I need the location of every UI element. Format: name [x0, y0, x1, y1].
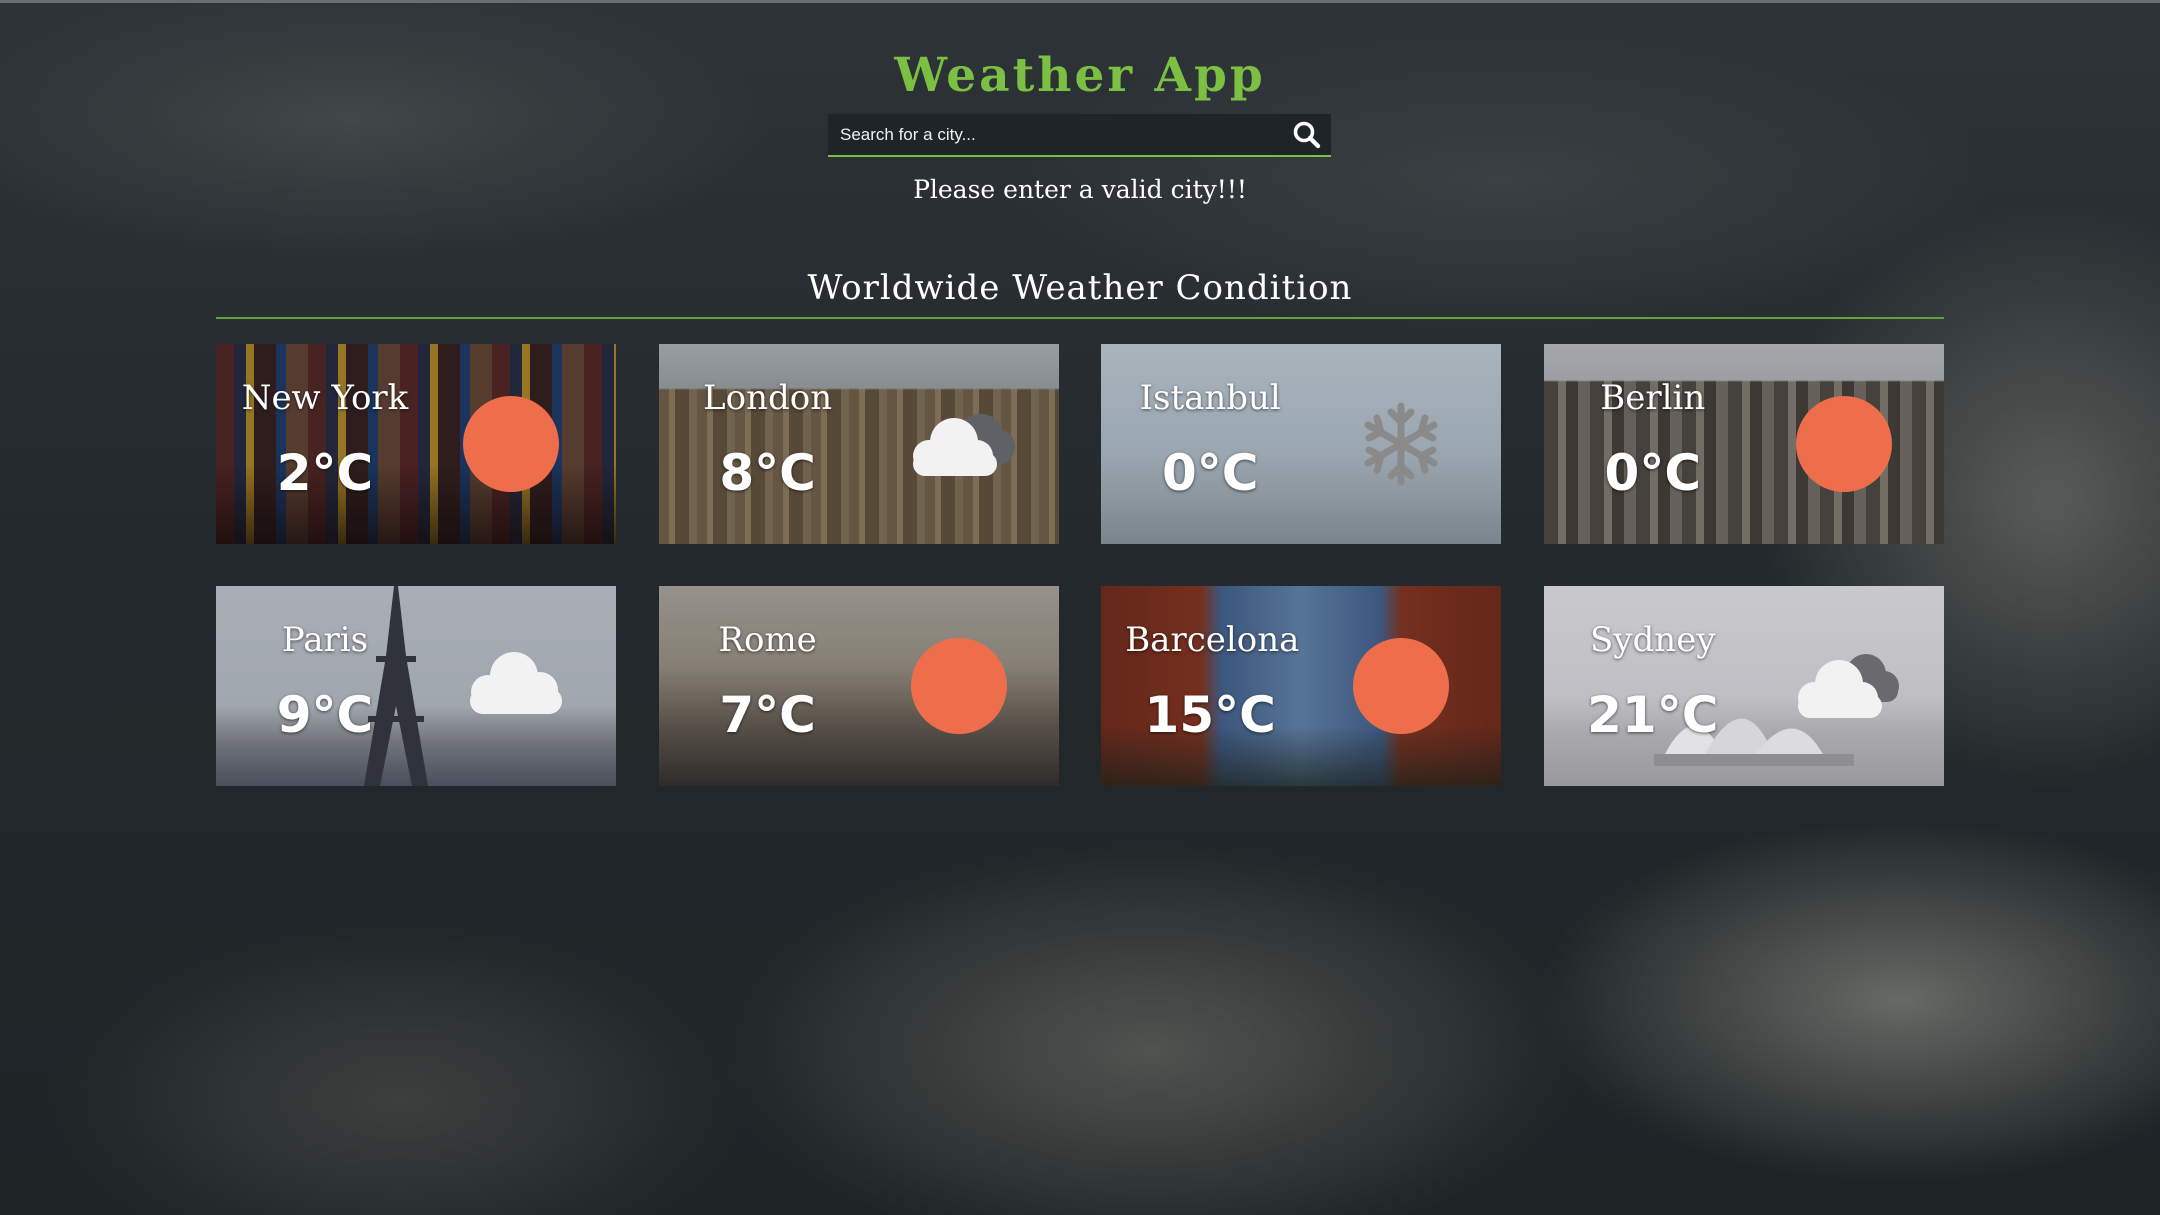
city-name: New York	[241, 378, 409, 418]
search-button[interactable]	[1291, 120, 1323, 150]
city-name: Rome	[718, 620, 817, 660]
city-temperature: 9°C	[276, 686, 374, 744]
city-card-new-york[interactable]: New York 2°C	[216, 344, 616, 544]
section-divider	[216, 317, 1944, 319]
sun-icon	[1353, 638, 1450, 734]
city-temperature: 0°C	[1161, 444, 1259, 502]
city-temperature: 2°C	[276, 444, 374, 502]
city-card-grid: New York 2°C London 8°C Istanbul 0°C Ber…	[216, 344, 1944, 786]
sun-icon	[463, 396, 559, 492]
city-temperature: 15°C	[1144, 686, 1276, 744]
snowflake-icon	[1364, 402, 1438, 486]
window-top-border	[0, 0, 2160, 3]
city-card-barcelona[interactable]: Barcelona 15°C	[1101, 586, 1502, 786]
app-title: Weather App	[894, 48, 1266, 103]
cloud-icon	[470, 652, 562, 714]
city-name: Barcelona	[1125, 620, 1300, 660]
city-card-london[interactable]: London 8°C	[658, 344, 1059, 544]
city-name: Sydney	[1590, 620, 1716, 660]
cloudy-icon	[912, 414, 1015, 476]
city-temperature: 7°C	[719, 686, 816, 744]
city-name: Berlin	[1600, 378, 1706, 418]
section-title: Worldwide Weather Condition	[807, 268, 1353, 308]
sun-icon	[910, 638, 1007, 734]
city-temperature: 21°C	[1587, 686, 1719, 744]
city-temperature: 0°C	[1604, 444, 1702, 502]
cloudy-icon	[1797, 654, 1899, 718]
city-name: Istanbul	[1139, 378, 1281, 418]
city-card-rome[interactable]: Rome 7°C	[658, 586, 1059, 786]
city-name: London	[703, 378, 833, 418]
sun-icon	[1795, 396, 1892, 492]
city-temperature: 8°C	[719, 444, 816, 502]
city-card-istanbul[interactable]: Istanbul 0°C	[1101, 344, 1502, 544]
city-card-berlin[interactable]: Berlin 0°C	[1543, 344, 1944, 544]
city-card-sydney[interactable]: Sydney 21°C	[1543, 586, 1944, 786]
city-name: Paris	[281, 620, 369, 660]
city-card-paris[interactable]: Paris 9°C	[216, 586, 616, 786]
search-bar	[828, 114, 1331, 157]
search-icon	[1293, 121, 1321, 149]
search-input[interactable]	[828, 114, 1268, 155]
validation-message: Please enter a valid city!!!	[913, 175, 1247, 204]
